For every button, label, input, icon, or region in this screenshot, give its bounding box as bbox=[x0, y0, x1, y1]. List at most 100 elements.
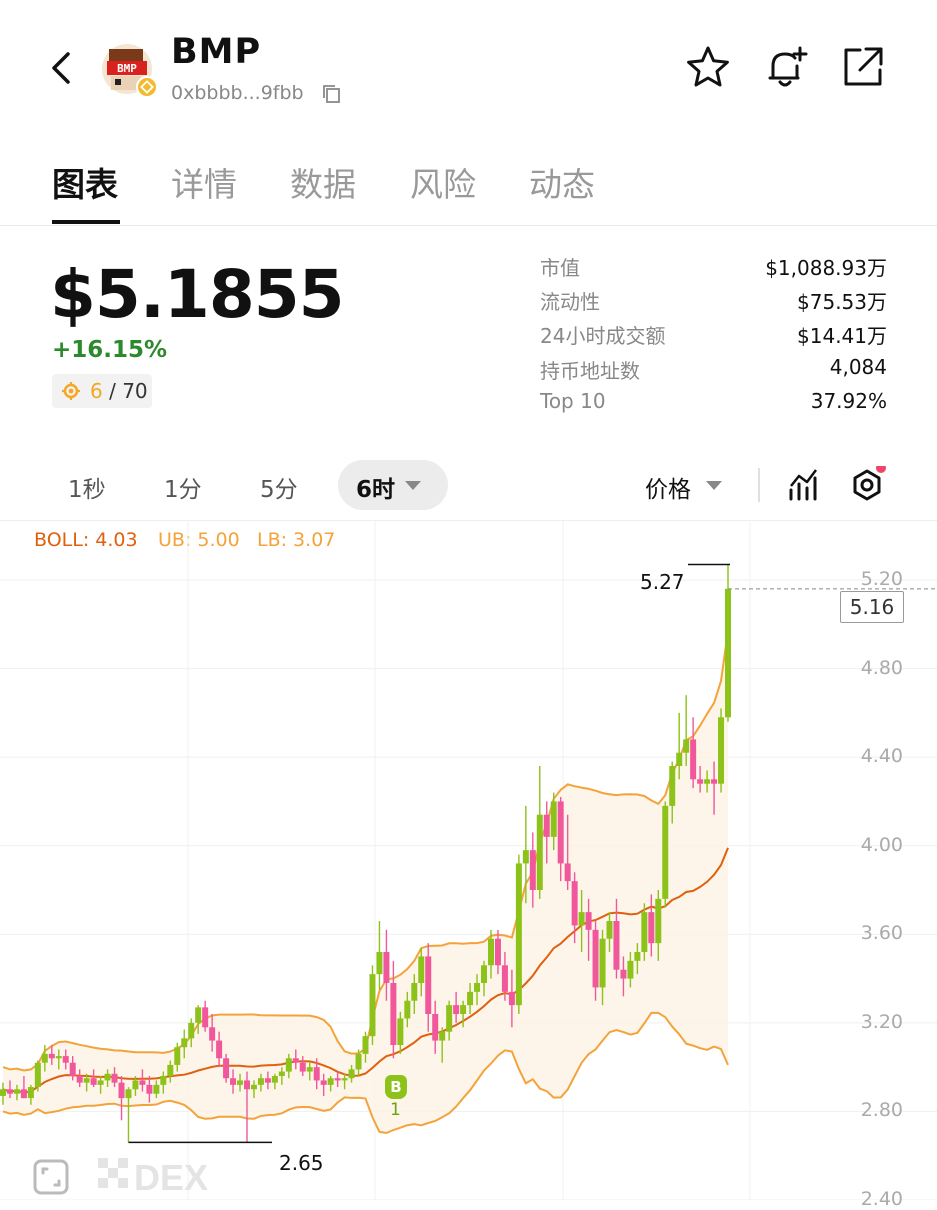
candle-body bbox=[690, 739, 697, 780]
candle-body bbox=[453, 1005, 460, 1014]
candle-body bbox=[634, 952, 641, 961]
tab-data[interactable]: 数据 bbox=[290, 158, 356, 206]
back-button[interactable] bbox=[44, 48, 80, 88]
high-price-label: 5.27 bbox=[640, 570, 685, 594]
candle-body bbox=[153, 1084, 160, 1094]
token-address: 0xbbbb...9fbb bbox=[171, 82, 304, 104]
share-button[interactable] bbox=[840, 44, 886, 90]
candle-body bbox=[501, 965, 508, 992]
tab-details[interactable]: 详情 bbox=[171, 158, 237, 206]
interval-1s[interactable]: 1秒 bbox=[68, 470, 106, 504]
candle-body bbox=[188, 1022, 195, 1039]
stat-value-volume: $14.41万 bbox=[797, 324, 887, 348]
candle-body bbox=[250, 1084, 257, 1090]
candle-body bbox=[529, 850, 536, 890]
copy-address-button[interactable] bbox=[321, 83, 343, 105]
candle-body bbox=[522, 850, 529, 864]
candle-body bbox=[271, 1076, 278, 1083]
candle-body bbox=[613, 921, 620, 970]
rank-total: / 70 bbox=[109, 379, 148, 403]
fullscreen-button[interactable] bbox=[32, 1158, 70, 1200]
y-axis-tick-label: 4.80 bbox=[860, 656, 903, 679]
price-type-select[interactable]: 价格 bbox=[645, 470, 691, 504]
candle-body bbox=[216, 1040, 223, 1059]
candle-body bbox=[118, 1082, 125, 1099]
candle-body bbox=[641, 912, 648, 952]
candle-body bbox=[90, 1078, 97, 1085]
stat-value-market-cap: $1,088.93万 bbox=[765, 256, 887, 280]
candle-body bbox=[362, 1036, 369, 1054]
stat-value-liquidity: $75.53万 bbox=[797, 290, 887, 314]
candle-body bbox=[704, 779, 711, 784]
interval-1m[interactable]: 1分 bbox=[164, 470, 202, 504]
candle-body bbox=[41, 1053, 48, 1063]
candle-body bbox=[327, 1078, 334, 1085]
price-alert-button[interactable] bbox=[762, 44, 808, 90]
candle-body bbox=[230, 1078, 237, 1085]
candle-body bbox=[69, 1062, 76, 1076]
token-title: BMP bbox=[171, 32, 262, 72]
candle-body bbox=[285, 1058, 292, 1072]
expand-icon bbox=[33, 1159, 69, 1195]
candle-body bbox=[146, 1084, 153, 1094]
candle-body bbox=[676, 752, 683, 766]
y-axis-tick-label: 2.40 bbox=[860, 1188, 903, 1210]
candle-body bbox=[662, 805, 669, 899]
candle-body bbox=[711, 779, 718, 784]
candle-body bbox=[606, 921, 613, 939]
candle-body bbox=[257, 1078, 264, 1085]
candle-body bbox=[299, 1062, 306, 1072]
buy-marker-count: 1 bbox=[390, 1100, 401, 1120]
candle-body bbox=[160, 1076, 167, 1085]
candle-body bbox=[341, 1078, 348, 1081]
candle-body bbox=[487, 938, 494, 966]
rank-value: 6 / 70 bbox=[90, 379, 148, 403]
candle-body bbox=[564, 863, 571, 882]
candlestick-chart[interactable] bbox=[0, 520, 937, 1200]
tab-chart[interactable]: 图表 bbox=[52, 158, 118, 206]
token-logo: BMP bbox=[101, 43, 158, 99]
tab-risk[interactable]: 风险 bbox=[410, 158, 476, 206]
candle-body bbox=[481, 965, 488, 983]
candle-body bbox=[369, 974, 376, 1037]
candle-body bbox=[48, 1053, 55, 1059]
candle-body bbox=[571, 881, 578, 926]
stat-value-top10: 37.92% bbox=[810, 389, 887, 413]
stat-label-volume: 24小时成交额 bbox=[540, 324, 666, 348]
divider bbox=[0, 225, 937, 226]
target-icon bbox=[62, 382, 80, 400]
candle-body bbox=[425, 956, 432, 1014]
interval-5m[interactable]: 5分 bbox=[260, 470, 298, 504]
candle-body bbox=[411, 983, 418, 1001]
candle-body bbox=[578, 912, 585, 926]
candle-body bbox=[306, 1067, 313, 1072]
tab-activity[interactable]: 动态 bbox=[529, 158, 595, 206]
tab-underline bbox=[52, 220, 120, 224]
dex-watermark: DEX bbox=[96, 1154, 226, 1200]
star-icon bbox=[687, 46, 729, 87]
chevron-down-icon bbox=[706, 481, 722, 490]
candle-body bbox=[557, 801, 564, 864]
candle-body bbox=[655, 898, 662, 944]
stat-label-market-cap: 市值 bbox=[540, 256, 580, 280]
candle-body bbox=[508, 991, 515, 1006]
external-link-icon bbox=[844, 47, 883, 86]
candle-body bbox=[34, 1062, 41, 1088]
candle-body bbox=[104, 1073, 111, 1081]
candle-body bbox=[167, 1064, 174, 1076]
candle-body bbox=[6, 1089, 13, 1094]
candle-body bbox=[718, 717, 725, 784]
chart-settings-button[interactable] bbox=[850, 463, 886, 508]
stat-value-holders: 4,084 bbox=[829, 355, 887, 379]
candle-body bbox=[209, 1027, 216, 1041]
candle-body bbox=[292, 1058, 299, 1063]
candle-body bbox=[592, 929, 599, 988]
buy-marker[interactable]: B bbox=[385, 1075, 407, 1099]
indicator-button[interactable] bbox=[788, 466, 820, 506]
candle-body bbox=[432, 1014, 439, 1041]
candle-body bbox=[383, 952, 390, 983]
candle-body bbox=[223, 1058, 230, 1079]
y-axis-tick-label: 4.40 bbox=[860, 745, 903, 768]
candle-body bbox=[264, 1078, 271, 1083]
favorite-button[interactable] bbox=[685, 44, 731, 90]
